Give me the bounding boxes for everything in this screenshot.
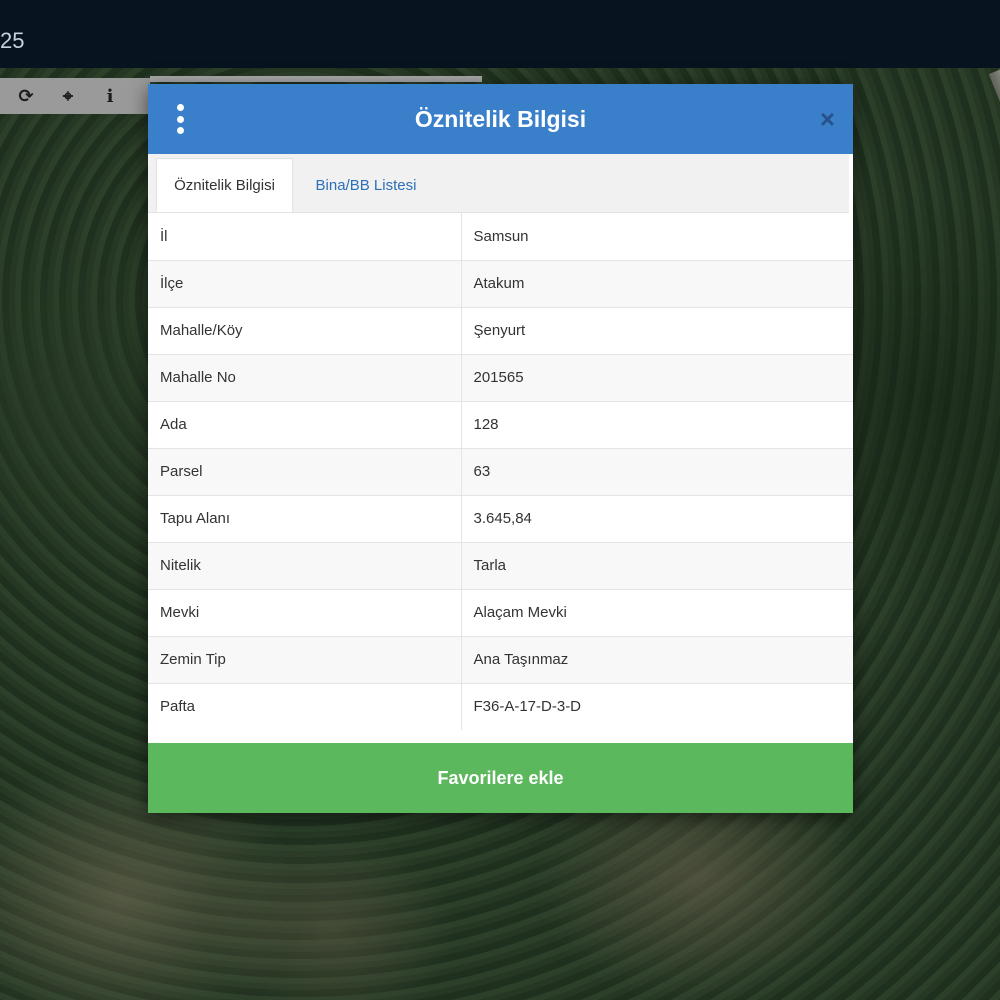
attribute-key: Mevki <box>148 589 462 637</box>
attribute-value: 128 <box>461 401 853 449</box>
table-row: Nitelik Tarla <box>148 542 853 590</box>
attribute-value: Ana Taşınmaz <box>461 636 853 684</box>
table-row: Mahalle/Köy Şenyurt <box>148 307 853 355</box>
attribute-key: Parsel <box>148 448 462 496</box>
attribute-key: Mahalle No <box>148 354 462 402</box>
tab-bar: Öznitelik Bilgisi Bina/BB Listesi <box>148 154 849 213</box>
toolbar-extension <box>150 76 482 82</box>
attribute-key: Nitelik <box>148 542 462 590</box>
table-row: Mevki Alaçam Mevki <box>148 589 853 637</box>
table-row: Ada 128 <box>148 401 853 449</box>
tab-attribute-info[interactable]: Öznitelik Bilgisi <box>156 158 293 212</box>
attribute-info-modal: Öznitelik Bilgisi × Öznitelik Bilgisi Bi… <box>148 84 853 813</box>
attribute-value: Tarla <box>461 542 853 590</box>
attribute-key: Ada <box>148 401 462 449</box>
attribute-value: Alaçam Mevki <box>461 589 853 637</box>
table-row: Zemin Tip Ana Taşınmaz <box>148 636 853 684</box>
table-row: Mahalle No 201565 <box>148 354 853 402</box>
modal-header: Öznitelik Bilgisi × <box>148 84 853 154</box>
close-icon[interactable]: × <box>820 104 835 134</box>
tab-building-list[interactable]: Bina/BB Listesi <box>296 158 436 212</box>
attribute-value: Atakum <box>461 260 853 308</box>
info-icon[interactable]: i <box>98 84 122 108</box>
top-bar: 25 <box>0 0 1000 68</box>
top-bar-text: 25 <box>0 28 25 53</box>
attribute-key: Tapu Alanı <box>148 495 462 543</box>
attribute-key: İlçe <box>148 260 462 308</box>
attribute-table: İl Samsun İlçe Atakum Mahalle/Köy Şenyurt Maha… <box>148 213 853 730</box>
attribute-value: 3.645,84 <box>461 495 853 543</box>
attribute-value: Şenyurt <box>461 307 853 355</box>
table-row: İlçe Atakum <box>148 260 853 308</box>
attribute-value: 63 <box>461 448 853 496</box>
table-row: Parsel 63 <box>148 448 853 496</box>
modal-title: Öznitelik Bilgisi <box>414 105 587 132</box>
refresh-icon[interactable]: ⟳ <box>14 84 38 108</box>
add-to-favorites-button[interactable]: Favorilere ekle <box>148 743 853 813</box>
table-row: Pafta F36-A-17-D-3-D <box>148 683 853 730</box>
attribute-key: Zemin Tip <box>148 636 462 684</box>
attribute-value: Samsun <box>461 213 853 261</box>
table-row: Tapu Alanı 3.645,84 <box>148 495 853 543</box>
attribute-key: İl <box>148 213 462 261</box>
attribute-key: Mahalle/Köy <box>148 307 462 355</box>
table-row: İl Samsun <box>148 213 853 261</box>
map-toolbar: ⟳ ⌖ i <box>0 78 150 114</box>
kebab-menu-icon[interactable] <box>174 104 186 134</box>
attribute-value: F36-A-17-D-3-D <box>461 683 853 730</box>
attribute-value: 201565 <box>461 354 853 402</box>
attribute-key: Pafta <box>148 683 462 730</box>
crosshair-icon[interactable]: ⌖ <box>56 84 80 108</box>
